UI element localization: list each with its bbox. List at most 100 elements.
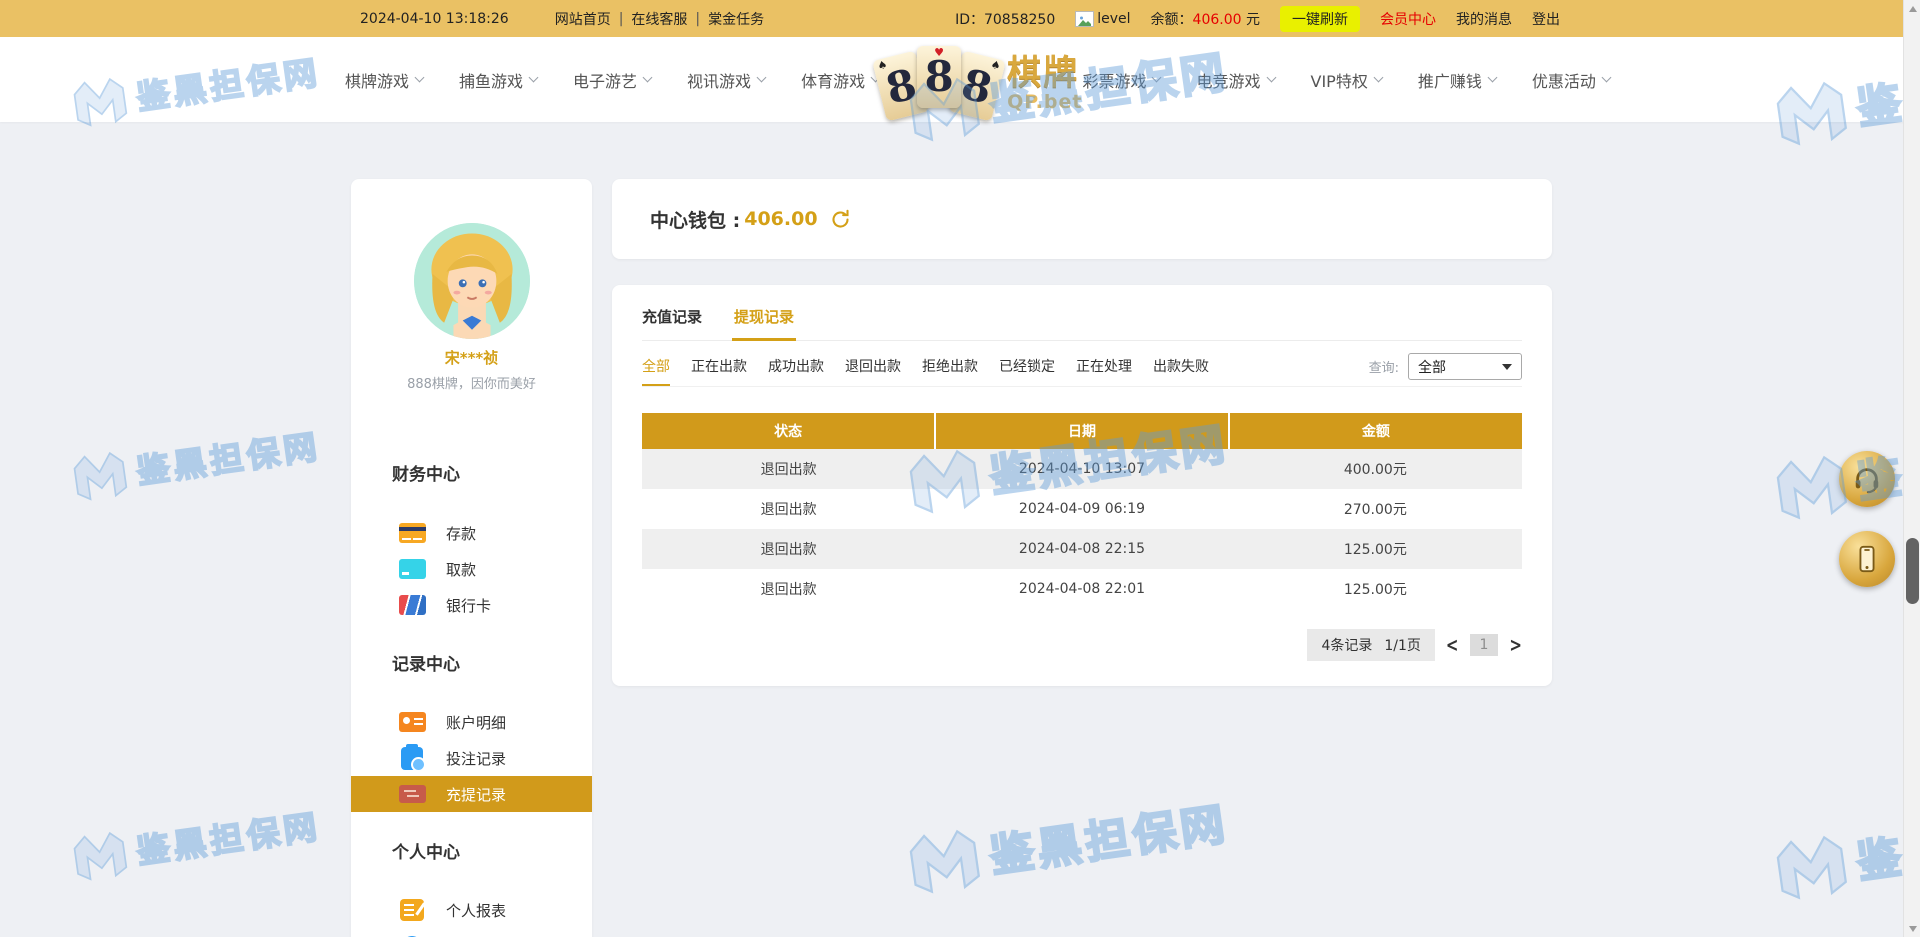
section-title-records: 记录中心 [351, 654, 592, 676]
cell-status: 退回出款 [642, 529, 935, 569]
cell-status: 退回出款 [642, 569, 935, 609]
chevron-down-icon [1487, 73, 1497, 83]
scrollbar-thumb[interactable] [1906, 538, 1919, 604]
record-tabs: 充值记录 提现记录 [642, 285, 1522, 341]
filter-returned[interactable]: 退回出款 [845, 356, 901, 385]
cell-amount: 125.00元 [1229, 529, 1522, 569]
nav-item-esports-games[interactable]: 电竞游戏 [1196, 68, 1274, 92]
wallet-refresh-icon[interactable] [830, 209, 851, 230]
main-navbar: 棋牌游戏 捕鱼游戏 电子游艺 视讯游戏 体育游戏 ♠8 ♥8 ♠8 棋牌 QP.… [0, 37, 1920, 122]
logo-domain-text: QP.bet [1007, 93, 1082, 112]
chevron-down-icon [1266, 73, 1276, 83]
logout-link[interactable]: 登出 [1532, 9, 1560, 29]
cell-date: 2024-04-10 13:07 [935, 449, 1228, 489]
level-text: level [1097, 11, 1130, 27]
logo-text: 棋牌 QP.bet [1007, 56, 1082, 112]
page-number-1[interactable]: 1 [1470, 634, 1499, 656]
watermark: 鉴黑担保网 [67, 415, 324, 507]
sidebar-item-bank-card[interactable]: 银行卡 [351, 587, 592, 623]
nav-group-right: 彩票游戏 电竞游戏 VIP特权 推广赚钱 优惠活动 [1082, 68, 1609, 92]
my-messages-link[interactable]: 我的消息 [1456, 9, 1512, 29]
nav-item-lottery-games[interactable]: 彩票游戏 [1082, 68, 1160, 92]
filter-locked[interactable]: 已经锁定 [999, 356, 1055, 385]
datetime-text: 2024-04-10 13:18:26 [360, 11, 509, 27]
query-label: 查询: [1369, 357, 1399, 376]
user-id-text: ID：70858250 [955, 9, 1055, 29]
nav-item-sports-games[interactable]: 体育游戏 [801, 68, 879, 92]
float-mobile-app-button[interactable] [1839, 531, 1895, 587]
filter-processing[interactable]: 正在处理 [1076, 356, 1132, 385]
cell-date: 2024-04-09 06:19 [935, 489, 1228, 529]
page-summary: 4条记录 1/1页 [1307, 629, 1434, 661]
cell-amount: 125.00元 [1229, 569, 1522, 609]
wallet-card: 中心钱包 : 406.00 [612, 179, 1552, 259]
header-date: 日期 [935, 413, 1228, 449]
cell-status: 退回出款 [642, 489, 935, 529]
tab-withdraw-record[interactable]: 提现记录 [734, 306, 794, 340]
record-count: 4条记录 [1321, 635, 1372, 655]
username-text: 宋***祯 [351, 347, 592, 368]
level-badge: level [1075, 11, 1130, 27]
customer-service-link[interactable]: 在线客服 [631, 9, 687, 29]
chevron-down-icon [1152, 73, 1162, 83]
broken-image-icon [1075, 11, 1094, 27]
sidebar-item-account-detail[interactable]: 账户明细 [351, 704, 592, 740]
watermark: 鉴黑担保网 [1768, 788, 1920, 908]
nav-item-vip-privilege[interactable]: VIP特权 [1311, 68, 1382, 92]
member-center-link[interactable]: 会员中心 [1380, 9, 1436, 29]
sidebar-item-recharge-withdraw-record[interactable]: 充提记录 [351, 776, 592, 812]
section-title-finance: 财务中心 [351, 464, 592, 486]
topbar-inner: 2024-04-10 13:18:26 网站首页 | 在线客服 | 棠金任务 I… [360, 0, 1560, 37]
records-table: 状态 日期 金额 退回出款 2024-04-10 13:07 400.00元 退… [642, 413, 1522, 609]
next-page-button[interactable]: > [1509, 633, 1522, 656]
balance-label: 余额： [1151, 12, 1193, 28]
separator: | [695, 11, 700, 27]
sidebar-item-deposit[interactable]: 存款 [351, 515, 592, 551]
topbar-right: ID：70858250 level 余额：406.00 元 一键刷新 会员中心 … [955, 6, 1560, 32]
chevron-down-icon [643, 73, 653, 83]
site-logo[interactable]: ♠8 ♥8 ♠8 棋牌 QP.bet [879, 46, 1082, 122]
filter-all[interactable]: 全部 [642, 356, 670, 385]
cell-status: 退回出款 [642, 449, 935, 489]
filters-row: 全部 正在出款 成功出款 退回出款 拒绝出款 已经锁定 正在处理 出款失败 查询… [642, 356, 1522, 387]
filter-paying[interactable]: 正在出款 [691, 356, 747, 385]
sidebar-item-personal-report[interactable]: 个人报表 [351, 892, 592, 928]
filter-rejected[interactable]: 拒绝出款 [922, 356, 978, 385]
tab-recharge-record[interactable]: 充值记录 [642, 306, 702, 340]
nav-item-board-games[interactable]: 棋牌游戏 [345, 68, 423, 92]
topbar: 2024-04-10 13:18:26 网站首页 | 在线客服 | 棠金任务 I… [0, 0, 1920, 37]
prev-page-button[interactable]: < [1446, 633, 1459, 656]
table-row: 退回出款 2024-04-09 06:19 270.00元 [642, 489, 1522, 529]
scrollbar[interactable] [1903, 0, 1920, 937]
wallet-value: 406.00 [744, 208, 817, 230]
bet-record-icon [398, 746, 426, 770]
nav-item-live-games[interactable]: 视讯游戏 [687, 68, 765, 92]
nav-item-slot-games[interactable]: 电子游艺 [573, 68, 651, 92]
one-key-refresh-button[interactable]: 一键刷新 [1280, 6, 1360, 32]
filter-failed[interactable]: 出款失败 [1153, 356, 1209, 385]
float-customer-service-button[interactable] [1839, 451, 1895, 507]
nav-item-fishing-games[interactable]: 捕鱼游戏 [459, 68, 537, 92]
account-detail-icon [398, 710, 426, 734]
nav-item-promotion-earn[interactable]: 推广赚钱 [1418, 68, 1496, 92]
home-link[interactable]: 网站首页 [555, 9, 611, 29]
table-row: 退回出款 2024-04-10 13:07 400.00元 [642, 449, 1522, 489]
chevron-down-icon [1502, 364, 1512, 370]
sidebar-item-security-center[interactable]: 安全中心 [351, 928, 592, 937]
scroll-down-arrow[interactable] [1904, 920, 1920, 937]
scroll-up-arrow[interactable] [1904, 0, 1920, 17]
nav-item-promo-activity[interactable]: 优惠活动 [1532, 68, 1610, 92]
headset-icon [1852, 464, 1882, 494]
bounty-task-link[interactable]: 棠金任务 [708, 9, 764, 29]
chevron-down-icon [529, 73, 539, 83]
chevron-down-icon [1601, 73, 1611, 83]
chevron-down-icon [415, 73, 425, 83]
watermark: 鉴黑担保网 [67, 795, 324, 887]
filter-success[interactable]: 成功出款 [768, 356, 824, 385]
cell-amount: 270.00元 [1229, 489, 1522, 529]
page-info: 1/1页 [1384, 635, 1421, 655]
sidebar-item-bet-record[interactable]: 投注记录 [351, 740, 592, 776]
chevron-down-icon [1373, 73, 1383, 83]
sidebar-item-withdraw[interactable]: 取款 [351, 551, 592, 587]
query-select[interactable]: 全部 [1408, 353, 1522, 380]
